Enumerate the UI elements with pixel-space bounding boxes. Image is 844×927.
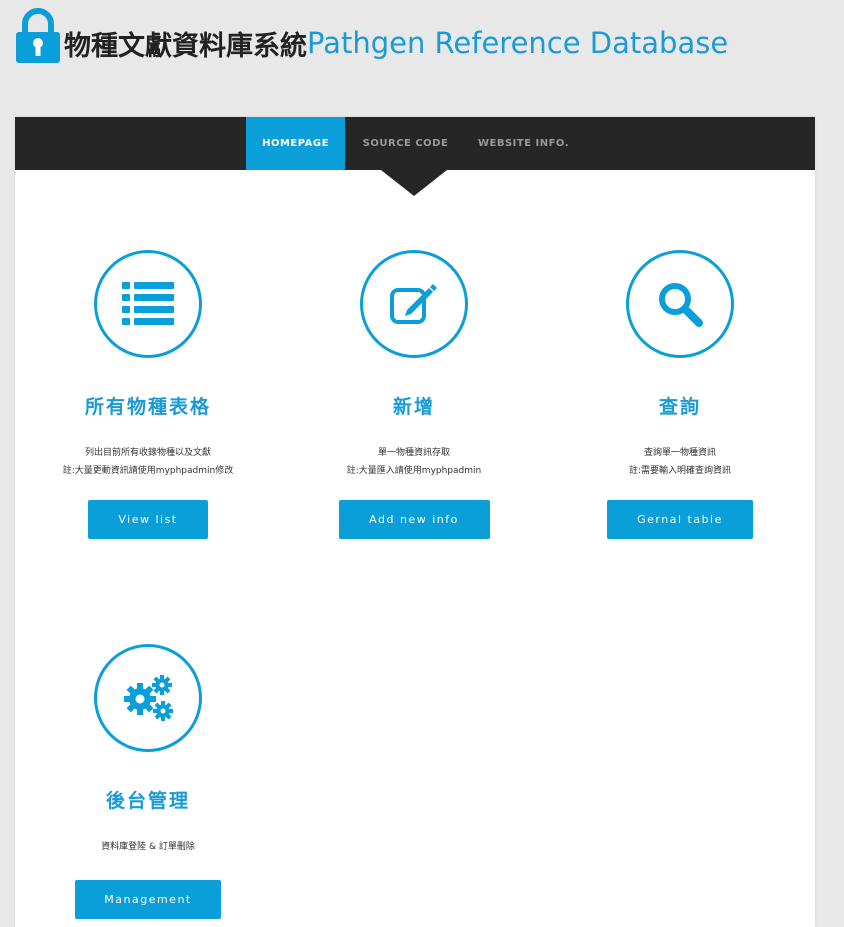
feature-management: 後台管理 資料庫登陸 & 訂單刪除 Management (18, 644, 278, 919)
site-header: 物種文獻資料庫系統 Pathgen Reference Database (14, 6, 728, 66)
nav-source-code[interactable]: SOURCE CODE (356, 117, 455, 170)
view-list-button[interactable]: View list (88, 500, 208, 539)
feature-desc: 資料庫登陸 & 訂單刪除 (18, 838, 278, 856)
nav-homepage[interactable]: HOMEPAGE (246, 117, 345, 170)
feature-desc-note: 註:需要輸入明確查詢資訊 (628, 466, 732, 476)
feature-desc-line: 單一物種資訊存取 (377, 448, 450, 458)
list-icon (122, 282, 174, 325)
feature-title: 後台管理 (105, 790, 190, 812)
site-title-chinese: 物種文獻資料庫系統 (64, 30, 307, 62)
feature-desc: 查詢單一物種資訊 註:需要輸入明確查詢資訊 (550, 444, 810, 480)
main-panel: HOMEPAGE SOURCE CODE WEBSITE INFO. 所有物種表… (15, 117, 815, 927)
feature-add-new: 新增 單一物種資訊存取 註:大量匯入請使用myphpadmin Add new … (284, 250, 544, 539)
feature-desc-note: 註:大量匯入請使用myphpadmin (346, 466, 482, 476)
search-icon-circle[interactable] (626, 250, 734, 358)
feature-desc: 列出目前所有收錄物種以及文獻 註:大量更動資訊請使用myphpadmin修改 (18, 444, 278, 480)
gears-icon-circle[interactable] (94, 644, 202, 752)
nav-website-info[interactable]: WEBSITE INFO. (472, 117, 575, 170)
list-icon-circle[interactable] (94, 250, 202, 358)
feature-title: 查詢 (658, 396, 701, 418)
feature-title: 所有物種表格 (84, 396, 211, 418)
feature-view-list: 所有物種表格 列出目前所有收錄物種以及文獻 註:大量更動資訊請使用myphpad… (18, 250, 278, 539)
navbar: HOMEPAGE SOURCE CODE WEBSITE INFO. (15, 117, 815, 170)
nav-pointer (381, 170, 447, 196)
feature-desc: 單一物種資訊存取 註:大量匯入請使用myphpadmin (284, 444, 544, 480)
search-icon (659, 283, 703, 327)
add-new-info-button[interactable]: Add new info (338, 500, 490, 539)
edit-icon (390, 284, 437, 324)
feature-search: 查詢 查詢單一物種資訊 註:需要輸入明確查詢資訊 Gernal table (550, 250, 810, 539)
site-title-english: Pathgen Reference Database (307, 26, 729, 60)
feature-desc-line: 資料庫登陸 & 訂單刪除 (101, 842, 195, 852)
feature-desc-line: 列出目前所有收錄物種以及文獻 (84, 448, 211, 458)
edit-icon-circle[interactable] (360, 250, 468, 358)
feature-desc-line: 查詢單一物種資訊 (643, 448, 716, 458)
management-button[interactable]: Management (75, 880, 221, 919)
lock-icon (14, 7, 62, 65)
general-table-button[interactable]: Gernal table (607, 500, 753, 539)
feature-title: 新增 (392, 396, 435, 418)
feature-desc-note: 註:大量更動資訊請使用myphpadmin修改 (62, 466, 234, 476)
gears-icon (124, 675, 173, 721)
